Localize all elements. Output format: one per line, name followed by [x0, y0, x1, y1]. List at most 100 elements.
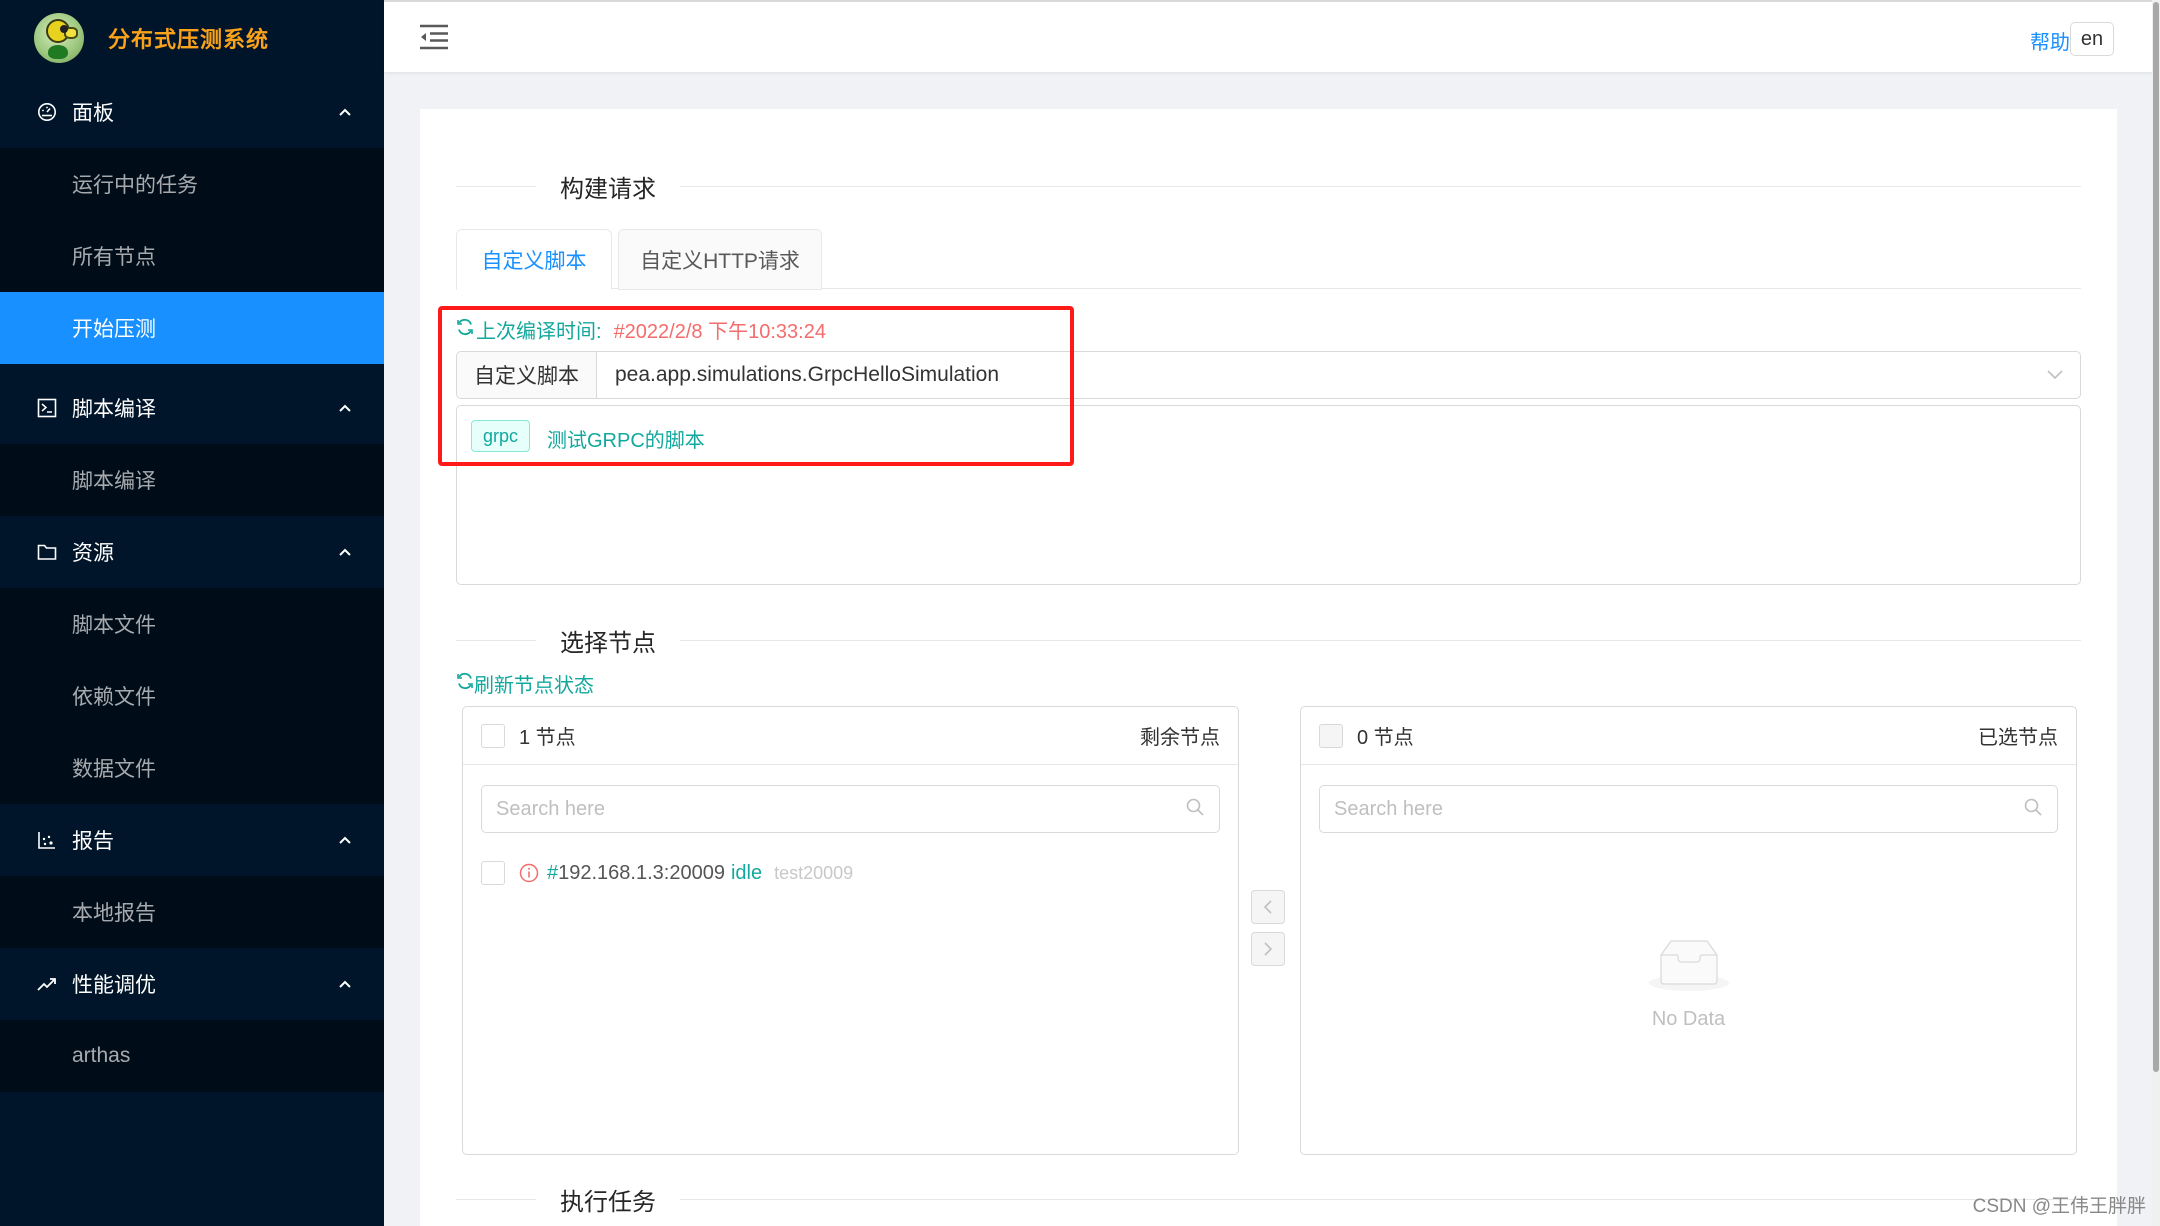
menu-fold-icon[interactable] — [420, 24, 450, 50]
chevron-up-icon — [336, 975, 354, 993]
scrollbar-thumb[interactable] — [2153, 2, 2159, 1072]
menu-title-resources[interactable]: 资源 — [0, 516, 384, 588]
transfer-list-selected: 0 节点 已选节点 No Data — [1300, 706, 2077, 1155]
menu-label: 性能调优 — [72, 974, 156, 997]
search-input[interactable] — [496, 797, 1185, 821]
node-list-item[interactable]: # 192.168.1.3:20009 idle test20009 — [463, 855, 1238, 891]
info-circle-icon — [519, 863, 539, 883]
transfer-list-title: 已选节点 — [1978, 727, 2058, 749]
menu-label: 面板 — [72, 102, 114, 125]
tab-custom-script[interactable]: 自定义脚本 — [456, 229, 612, 290]
sidebar-item-start-test[interactable]: 开始压测 — [0, 292, 384, 364]
node-checkbox[interactable] — [481, 861, 505, 885]
node-address: 192.168.1.3:20009 — [558, 861, 725, 884]
chevron-up-icon — [336, 831, 354, 849]
menu-title-script-compile[interactable]: 脚本编译 — [0, 372, 384, 444]
section-title-exec: 执行任务 — [560, 1188, 656, 1216]
app-title: 分布式压测系统 — [108, 27, 270, 52]
sidebar-item-data-files[interactable]: 数据文件 — [0, 732, 384, 804]
request-tabs: 自定义脚本 自定义HTTP请求 — [456, 229, 2081, 290]
node-count: 1 节点 — [519, 727, 576, 749]
refresh-nodes-label: 刷新节点状态 — [474, 675, 594, 697]
chevron-up-icon — [336, 543, 354, 561]
logo-row: 分布式压测系统 — [0, 0, 384, 76]
search-input[interactable] — [1334, 797, 2023, 821]
chevron-up-icon — [336, 399, 354, 417]
compile-info: 上次编译时间: #2022/2/8 下午10:33:24 — [456, 315, 826, 344]
script-description: grpc 测试GRPC的脚本 — [456, 405, 2081, 585]
sidebar-item-local-reports[interactable]: 本地报告 — [0, 876, 384, 948]
sidebar-item-all-nodes[interactable]: 所有节点 — [0, 220, 384, 292]
sidebar-item-script-compile[interactable]: 脚本编译 — [0, 444, 384, 516]
empty-state: No Data — [1301, 937, 2076, 1031]
transfer-operations — [1251, 890, 1287, 974]
menu-label: 报告 — [72, 830, 114, 853]
sidebar-item-script-files[interactable]: 脚本文件 — [0, 588, 384, 660]
transfer-list-title: 剩余节点 — [1140, 727, 1220, 749]
script-select-value[interactable]: pea.app.simulations.GrpcHelloSimulation — [597, 352, 2030, 398]
search-box — [481, 785, 1220, 833]
transfer-list-header: 0 节点 已选节点 — [1301, 707, 2076, 765]
submenu-reports: 本地报告 — [0, 876, 384, 948]
menu-group-dashboard: 面板 运行中的任务 所有节点 开始压测 — [0, 76, 384, 364]
top-header: 帮助 en — [384, 0, 2160, 72]
folder-icon — [36, 541, 58, 563]
script-description-text: 测试GRPC的脚本 — [547, 430, 705, 452]
tab-custom-http[interactable]: 自定义HTTP请求 — [618, 229, 822, 290]
move-right-button[interactable] — [1251, 932, 1285, 966]
empty-inbox-icon — [1647, 937, 1731, 998]
move-left-button[interactable] — [1251, 890, 1285, 924]
search-icon — [2023, 797, 2043, 822]
compile-time-label: 上次编译时间: — [476, 321, 602, 343]
logo-icon — [34, 13, 84, 63]
sidebar: 分布式压测系统 面板 运行中的任务 所有节点 开始压测 脚本编译 脚本编译 资源… — [0, 0, 384, 1226]
submenu-resources: 脚本文件 依赖文件 数据文件 — [0, 588, 384, 804]
page-scrollbar[interactable] — [2152, 0, 2160, 1226]
menu-title-dashboard[interactable]: 面板 — [0, 76, 384, 148]
help-link[interactable]: 帮助 — [2030, 26, 2070, 55]
menu-title-tuning[interactable]: 性能调优 — [0, 948, 384, 1020]
sync-icon[interactable] — [456, 318, 474, 342]
search-icon — [1185, 797, 1205, 822]
select-all-checkbox[interactable] — [481, 723, 505, 748]
submenu-tuning: arthas — [0, 1020, 384, 1092]
language-button[interactable]: en — [2070, 22, 2114, 56]
chevron-down-icon[interactable] — [2030, 352, 2080, 398]
node-name: test20009 — [774, 862, 854, 883]
compile-time-value: #2022/2/8 下午10:33:24 — [613, 321, 826, 343]
sidebar-item-running-tasks[interactable]: 运行中的任务 — [0, 148, 384, 220]
section-title-build: 构建请求 — [560, 175, 656, 203]
search-box — [1319, 785, 2058, 833]
menu-group-script-compile: 脚本编译 脚本编译 — [0, 372, 384, 516]
menu-title-reports[interactable]: 报告 — [0, 804, 384, 876]
menu-label: 资源 — [72, 542, 114, 565]
node-count: 0 节点 — [1357, 727, 1414, 749]
menu-group-resources: 资源 脚本文件 依赖文件 数据文件 — [0, 516, 384, 804]
script-select[interactable]: 自定义脚本 pea.app.simulations.GrpcHelloSimul… — [456, 351, 2081, 399]
submenu-script-compile: 脚本编译 — [0, 444, 384, 516]
empty-text: No Data — [1651, 1008, 1726, 1030]
select-all-checkbox[interactable] — [1319, 723, 1343, 748]
section-title-nodes: 选择节点 — [560, 629, 656, 657]
script-tag: grpc — [471, 420, 531, 452]
section-divider-exec: 执行任务 — [456, 1184, 2081, 1216]
section-divider-build: 构建请求 — [456, 171, 2081, 203]
refresh-nodes-button[interactable]: 刷新节点状态 — [456, 669, 594, 698]
menu-group-tuning: 性能调优 arthas — [0, 948, 384, 1092]
sidebar-item-arthas[interactable]: arthas — [0, 1020, 384, 1092]
menu-label: 脚本编译 — [72, 398, 156, 421]
sync-icon — [456, 672, 474, 696]
chevron-up-icon — [336, 103, 354, 121]
submenu-dashboard: 运行中的任务 所有节点 开始压测 — [0, 148, 384, 364]
dot-chart-icon — [36, 829, 58, 851]
terminal-icon — [36, 397, 58, 419]
sidebar-item-dependency-files[interactable]: 依赖文件 — [0, 660, 384, 732]
rise-icon — [36, 973, 58, 995]
transfer-list-available: 1 节点 剩余节点 # 192.168.1.3:20009 idle test2… — [462, 706, 1239, 1155]
script-select-addon: 自定义脚本 — [457, 352, 597, 398]
section-divider-nodes: 选择节点 — [456, 625, 2081, 657]
watermark: CSDN @王伟王胖胖 — [1972, 1196, 2146, 1217]
dashboard-icon — [36, 101, 58, 123]
node-hash: # — [547, 861, 559, 884]
node-status: idle — [730, 861, 763, 884]
